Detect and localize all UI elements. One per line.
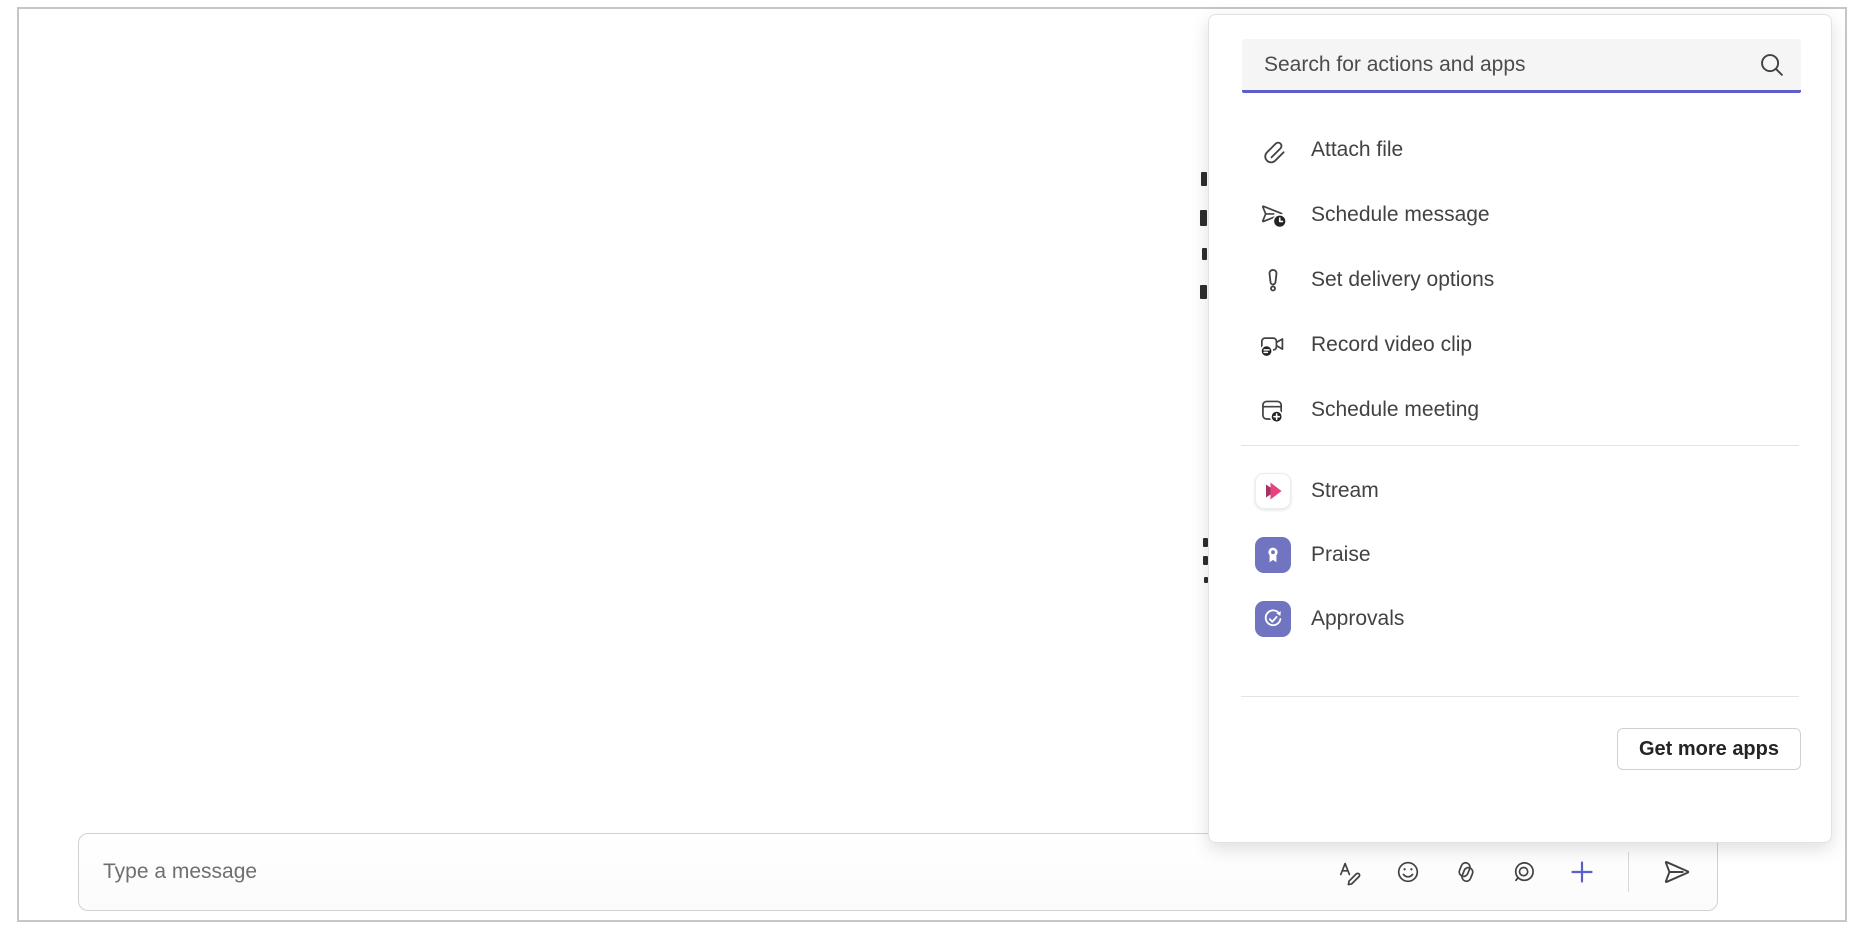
menu-item-label: Schedule meeting <box>1311 398 1479 422</box>
menu-item-label: Stream <box>1311 479 1379 503</box>
menu-item-schedule-message[interactable]: Schedule message <box>1209 182 1831 247</box>
toolbar-divider <box>1628 852 1629 892</box>
menu-item-label: Record video clip <box>1311 333 1472 357</box>
format-icon[interactable] <box>1336 858 1364 886</box>
approvals-app-icon <box>1255 601 1291 637</box>
clipped-content-fragment <box>1200 285 1207 299</box>
menu-item-stream[interactable]: Stream <box>1209 459 1831 523</box>
menu-item-label: Schedule message <box>1311 203 1490 227</box>
compose-toolbar <box>1336 852 1693 892</box>
emoji-icon[interactable] <box>1394 858 1422 886</box>
actions-apps-popup: Attach file Schedule message <box>1208 14 1832 843</box>
menu-item-praise[interactable]: Praise <box>1209 523 1831 587</box>
menu-item-attach-file[interactable]: Attach file <box>1209 117 1831 182</box>
praise-app-icon <box>1255 537 1291 573</box>
send-icon[interactable] <box>1661 856 1693 888</box>
set-delivery-options-icon <box>1255 265 1291 295</box>
popup-divider <box>1241 696 1799 697</box>
menu-item-approvals[interactable]: Approvals <box>1209 587 1831 651</box>
menu-item-record-video-clip[interactable]: Record video clip <box>1209 312 1831 377</box>
search-icon[interactable] <box>1743 50 1801 80</box>
clipped-content-fragment <box>1201 172 1207 186</box>
menu-item-set-delivery-options[interactable]: Set delivery options <box>1209 247 1831 312</box>
schedule-meeting-icon <box>1255 395 1291 425</box>
popup-divider <box>1241 445 1799 446</box>
attach-file-icon <box>1255 135 1291 165</box>
copilot-icon[interactable] <box>1452 858 1480 886</box>
search-field <box>1242 39 1801 93</box>
search-input[interactable] <box>1242 39 1743 90</box>
menu-item-label: Set delivery options <box>1311 268 1494 292</box>
clipped-content-fragment <box>1200 210 1207 226</box>
compose-box <box>78 833 1718 911</box>
stream-app-icon <box>1255 473 1291 509</box>
loop-icon[interactable] <box>1510 858 1538 886</box>
record-video-clip-icon <box>1255 330 1291 360</box>
apps-list: Stream Praise <box>1209 459 1831 651</box>
menu-item-label: Praise <box>1311 543 1371 567</box>
actions-list: Attach file Schedule message <box>1209 117 1831 442</box>
menu-item-label: Attach file <box>1311 138 1403 162</box>
schedule-message-icon <box>1255 200 1291 230</box>
menu-item-label: Approvals <box>1311 607 1404 631</box>
clipped-content-fragment <box>1202 248 1207 260</box>
add-apps-icon[interactable] <box>1568 858 1596 886</box>
message-input[interactable] <box>89 834 989 910</box>
get-more-apps-button[interactable]: Get more apps <box>1617 728 1801 770</box>
menu-item-schedule-meeting[interactable]: Schedule meeting <box>1209 377 1831 442</box>
